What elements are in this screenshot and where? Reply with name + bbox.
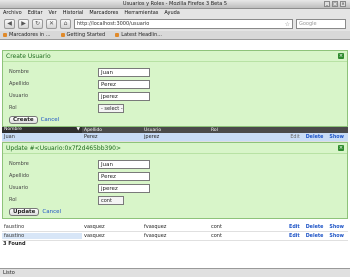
update-button[interactable]: Update — [9, 208, 40, 216]
create-panel-title: Create Usuario — [6, 52, 51, 60]
show-link[interactable]: Show — [329, 225, 344, 230]
apellido-label: Apellido — [9, 173, 30, 179]
cancel-link[interactable]: Cancel — [42, 209, 61, 215]
stop-button[interactable]: ✕ — [46, 19, 57, 29]
bookmarks-bar: Marcadores in ... Getting Started Latest… — [0, 31, 350, 40]
rol-select[interactable]: - select - — [98, 103, 124, 113]
minimize-icon[interactable]: _ — [324, 1, 330, 7]
menu-bar: Archivo Editar Ver Historial Marcadores … — [0, 9, 350, 17]
usuario-label: Usuario — [9, 93, 29, 99]
menu-archivo[interactable]: Archivo — [3, 10, 22, 16]
create-rol-row: Rol - select - — [3, 102, 347, 114]
folder-icon — [3, 32, 7, 37]
create-actions: Create Cancel — [3, 114, 347, 126]
window-titlebar: Usuarios y Roles - Mozilla Firefox 3 Bet… — [0, 0, 350, 9]
apellido-input[interactable]: Perez — [98, 171, 150, 181]
usuario-label: Usuario — [9, 185, 29, 191]
menu-herramientas[interactable]: Herramientas — [124, 10, 158, 16]
nombre-label: Nombre — [9, 69, 29, 75]
menu-ayuda[interactable]: Ayuda — [164, 10, 179, 16]
nombre-label: Nombre — [9, 161, 29, 167]
search-box[interactable]: Google — [296, 19, 346, 29]
window-title: Usuarios y Roles - Mozilla Firefox 3 Bet… — [122, 1, 228, 7]
show-link[interactable]: Show — [329, 135, 344, 140]
back-button[interactable]: ◀ — [4, 19, 15, 29]
maximize-icon[interactable]: □ — [332, 1, 338, 7]
create-usuario-panel: Create Usuario × Nombre Juan Apellido Pe… — [2, 50, 348, 127]
rol-label: Rol — [9, 105, 17, 111]
update-nombre-row: Nombre Juan — [3, 158, 347, 170]
col-usuario[interactable]: Usuario — [142, 128, 209, 133]
apellido-label: Apellido — [9, 81, 30, 87]
cancel-link[interactable]: Cancel — [41, 117, 60, 123]
apellido-input[interactable]: Perez — [98, 79, 150, 89]
close-window-icon[interactable]: × — [340, 1, 346, 7]
navigation-toolbar: ◀ ▶ ↻ ✕ ⌂ http://localhost:3000/usuario … — [0, 17, 350, 31]
reload-button[interactable]: ↻ — [32, 19, 43, 29]
home-button[interactable]: ⌂ — [60, 19, 71, 29]
rss-icon — [115, 32, 120, 37]
menu-editar[interactable]: Editar — [28, 10, 43, 16]
table-row[interactable]: Juan Perez jperez Edit Delete Show — [2, 133, 348, 142]
bookmark-star-icon[interactable]: ☆ — [285, 21, 292, 28]
col-nombre[interactable]: Nombre ▼ — [2, 127, 82, 133]
page-content: Create Usuario × Nombre Juan Apellido Pe… — [0, 49, 350, 268]
url-text: http://localhost:3000/usuario — [77, 21, 150, 27]
create-panel-header: Create Usuario × — [3, 51, 347, 62]
menu-historial[interactable]: Historial — [63, 10, 84, 16]
usuario-input[interactable]: jperez — [98, 183, 150, 193]
edit-link[interactable]: Edit — [289, 225, 300, 230]
rol-select[interactable]: cont — [98, 195, 124, 205]
url-bar[interactable]: http://localhost:3000/usuario ☆ — [74, 19, 293, 29]
create-nombre-row: Nombre Juan — [3, 66, 347, 78]
bookmark-latest-headlines[interactable]: Latest Headlin... — [115, 32, 162, 38]
create-button[interactable]: Create — [9, 116, 38, 124]
nombre-input[interactable]: Juan — [98, 159, 150, 169]
firefox-icon — [60, 32, 65, 37]
bookmark-getting-started[interactable]: Getting Started — [60, 32, 105, 38]
create-apellido-row: Apellido Perez — [3, 78, 347, 90]
window-controls: _ □ × — [324, 1, 346, 7]
close-icon[interactable]: × — [338, 53, 344, 59]
delete-link[interactable]: Delete — [306, 225, 324, 230]
rol-label: Rol — [9, 197, 17, 203]
update-rol-row: Rol cont — [3, 194, 347, 206]
delete-link[interactable]: Delete — [306, 135, 324, 140]
col-rol[interactable]: Rol — [209, 128, 283, 133]
status-bar: Listo — [0, 268, 350, 277]
usuario-input[interactable]: jperez — [98, 91, 150, 101]
update-actions: Update Cancel — [3, 206, 347, 218]
col-apellido[interactable]: Apellido — [82, 128, 142, 133]
update-usuario-row: Usuario jperez — [3, 182, 347, 194]
edit-link[interactable]: Edit — [290, 135, 299, 140]
menu-ver[interactable]: Ver — [49, 10, 57, 16]
edit-link[interactable]: Edit — [289, 234, 300, 239]
found-count: 3 Found — [0, 241, 350, 248]
show-link[interactable]: Show — [329, 234, 344, 239]
delete-link[interactable]: Delete — [306, 234, 324, 239]
bookmark-marcadores[interactable]: Marcadores in ... — [3, 32, 51, 38]
table-row[interactable]: faustino vasquez fvasquez cont Edit Dele… — [2, 232, 348, 241]
update-panel-header: Update #<Usuario:0x7f2d465bb390> × — [3, 143, 347, 154]
menu-marcadores[interactable]: Marcadores — [89, 10, 118, 16]
nombre-input[interactable]: Juan — [98, 67, 150, 77]
search-placeholder: Google — [299, 21, 317, 27]
close-icon[interactable]: × — [338, 145, 344, 151]
update-usuario-panel: Update #<Usuario:0x7f2d465bb390> × Nombr… — [2, 142, 348, 219]
forward-button[interactable]: ▶ — [18, 19, 29, 29]
create-usuario-row: Usuario jperez — [3, 90, 347, 102]
update-panel-title: Update #<Usuario:0x7f2d465bb390> — [6, 144, 121, 152]
sort-desc-icon: ▼ — [76, 127, 80, 132]
table-row[interactable]: faustino vasquez fvasquez cont Edit Dele… — [2, 223, 348, 232]
update-apellido-row: Apellido Perez — [3, 170, 347, 182]
